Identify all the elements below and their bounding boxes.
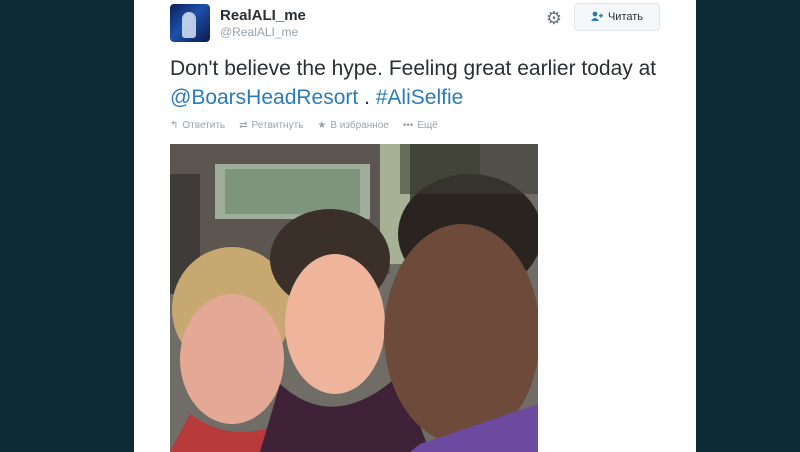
follow-button[interactable]: Читать [574,3,660,31]
retweet-icon: ⇄ [239,120,248,131]
user-display-name[interactable]: RealALI_me [220,7,306,24]
tweet-text: Don't believe the hype. Feeling great ea… [170,54,690,112]
retweet-action[interactable]: ⇄ Ретвитнуть [239,120,303,131]
reply-action[interactable]: ↰ Ответить [170,120,225,131]
tweet-photo[interactable] [170,144,538,452]
reply-label: Ответить [182,120,226,131]
user-handle[interactable]: @RealALI_me [220,25,298,39]
tweet-text-part1: Don't believe the hype. Feeling great ea… [170,57,657,80]
favorite-label: В избранное [330,120,389,131]
tweet-card: RealALI_me @RealALI_me ⚙ Читать Don't be… [134,0,696,452]
hashtag-link[interactable]: #AliSelfie [376,86,464,109]
tweet-text-part2: . [358,86,376,109]
avatar[interactable] [170,4,210,42]
reply-icon: ↰ [170,120,179,131]
tweet-actions: ↰ Ответить ⇄ Ретвитнуть ★ В избранное ••… [170,120,438,131]
follow-button-label: Читать [607,11,644,23]
gear-icon[interactable]: ⚙ [544,8,564,28]
add-user-icon [590,11,603,24]
more-action[interactable]: ••• Ещё [403,120,438,131]
mention-link[interactable]: @BoarsHeadResort [170,86,358,109]
avatar-figure [182,12,196,38]
selfie-image [170,144,538,452]
star-icon: ★ [317,120,327,131]
more-icon: ••• [402,120,414,131]
more-label: Ещё [417,120,438,131]
retweet-label: Ретвитнуть [251,120,304,131]
favorite-action[interactable]: ★ В избранное [317,120,389,131]
